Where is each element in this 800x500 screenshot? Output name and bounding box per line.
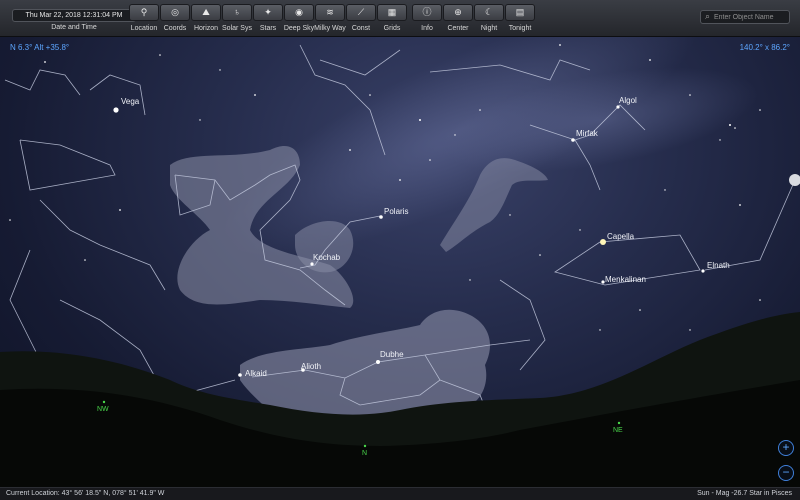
zoom-in-button[interactable]: + bbox=[778, 440, 794, 456]
compass-dot-nw bbox=[102, 400, 106, 404]
status-bar: Current Location: 43° 56' 18.5" N, 078° … bbox=[0, 487, 800, 500]
fov-readout: 140.2° x 86.2° bbox=[739, 43, 790, 52]
compass-label-ne: NE bbox=[613, 427, 623, 434]
star-label-elnath[interactable]: Elnath bbox=[707, 261, 730, 270]
object-search[interactable]: ⌕ bbox=[700, 10, 790, 24]
moon-marker[interactable] bbox=[789, 174, 800, 186]
star-label-menkalinan[interactable]: Menkalinan bbox=[605, 275, 646, 284]
star-label-polaris[interactable]: Polaris bbox=[384, 207, 408, 216]
star-label-alioth[interactable]: Alioth bbox=[301, 362, 321, 371]
compass-label-n: N bbox=[362, 450, 368, 457]
search-icon: ⌕ bbox=[705, 11, 711, 21]
grids-button[interactable]: ▦ Grids bbox=[372, 4, 412, 35]
star-label-vega[interactable]: Vega bbox=[121, 97, 139, 106]
grids-label: Grids bbox=[383, 25, 401, 32]
sky-view[interactable] bbox=[0, 37, 800, 487]
grid-icon: ▦ bbox=[377, 4, 407, 21]
compass-label-nw: NW bbox=[97, 406, 109, 413]
tonight-button[interactable]: ▤ Tonight bbox=[500, 4, 540, 35]
star-label-capella[interactable]: Capella bbox=[607, 232, 634, 241]
calendar-icon: ▤ bbox=[505, 4, 535, 21]
sky-chart bbox=[0, 37, 800, 487]
star-label-mirfak[interactable]: Mirfak bbox=[576, 129, 598, 138]
star-label-alkaid[interactable]: Alkaid bbox=[245, 369, 267, 378]
direction-readout: N 6.3° Alt +35.8° bbox=[10, 43, 70, 52]
star-label-dubhe[interactable]: Dubhe bbox=[380, 350, 404, 359]
selected-object-info: Sun - Mag -26.7 Star in Pisces bbox=[697, 490, 792, 497]
star-label-algol[interactable]: Algol bbox=[619, 96, 637, 105]
zoom-out-button[interactable]: − bbox=[778, 465, 794, 481]
tonight-label: Tonight bbox=[508, 25, 532, 32]
datetime-label: Date and Time bbox=[51, 24, 97, 31]
search-input[interactable] bbox=[714, 12, 788, 23]
compass-dot-ne bbox=[617, 421, 621, 425]
current-location-text: Current Location: 43° 56' 18.5" N, 078° … bbox=[6, 490, 165, 497]
star-label-kochab[interactable]: Kochab bbox=[313, 253, 340, 262]
compass-dot-n bbox=[363, 444, 367, 448]
toolbar: Thu Mar 22, 2018 12:31:04 PM Date and Ti… bbox=[0, 0, 800, 37]
datetime-field[interactable]: Thu Mar 22, 2018 12:31:04 PM bbox=[12, 9, 136, 22]
